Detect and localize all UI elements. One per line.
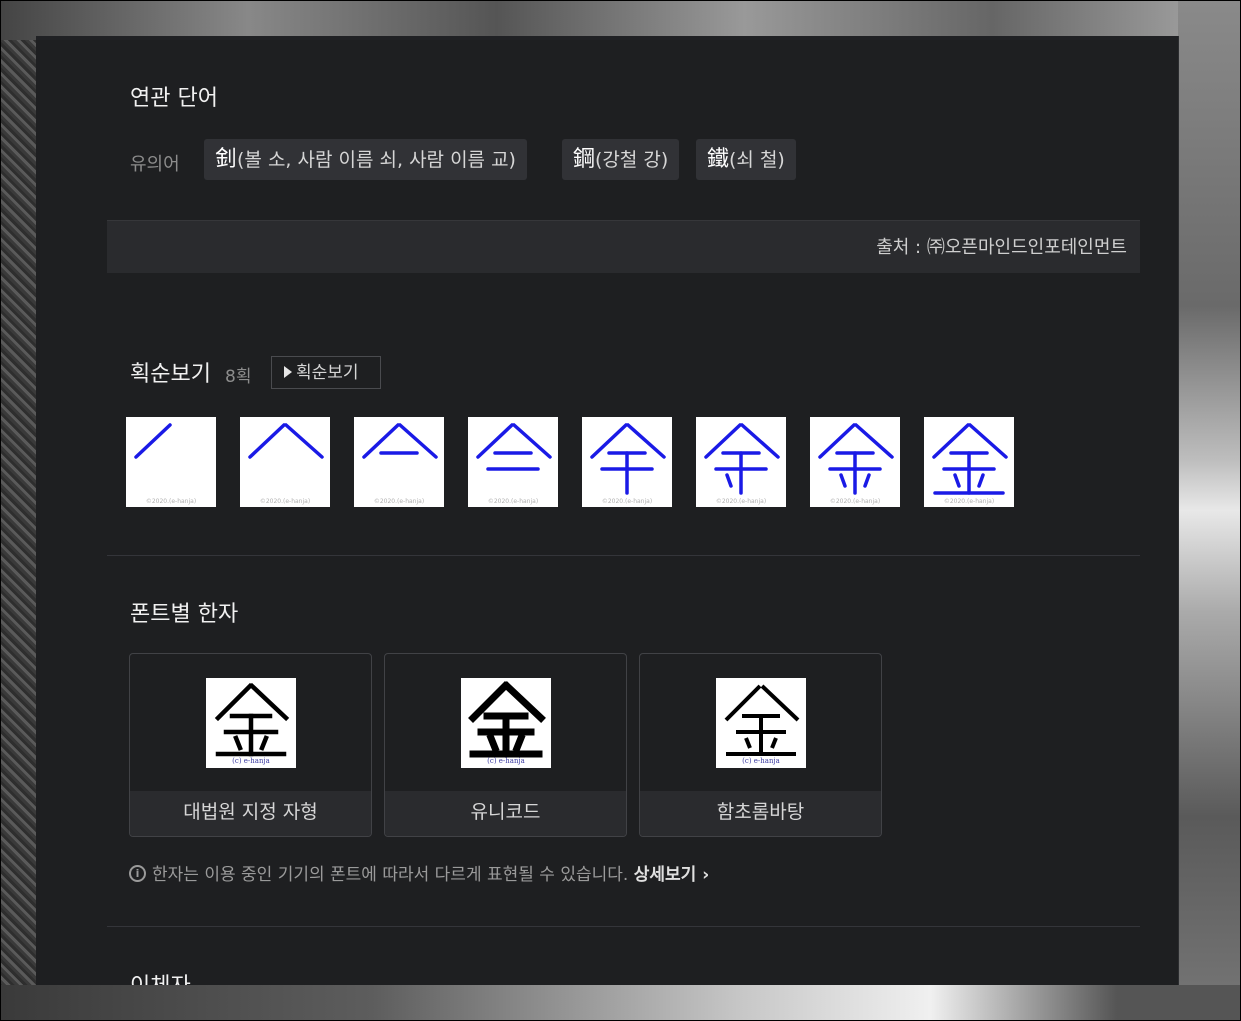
stroke-step-3: ©2020.(e-hanja) [354,417,444,507]
hanja-glyph-court [214,682,290,757]
font-sample-image: (c) e-hanja [206,678,296,768]
synonym-reading: (볼 소, 사람 이름 쇠, 사람 이름 교) [237,149,516,171]
synonym-chip-cheol[interactable]: 鐵(쇠 철) [696,139,796,180]
stroke-glyph [134,423,172,459]
stroke-count: 8획 [225,367,252,387]
variants-title: 이체자 [130,968,191,985]
stroke-step-6: ©2020.(e-hanja) [696,417,786,507]
synonym-reading: (강철 강) [595,149,669,171]
play-icon [284,366,292,378]
font-card-unicode[interactable]: (c) e-hanja 유니코드 [384,653,627,837]
section-divider [107,555,1140,556]
background-top [0,0,1241,40]
font-caption: 대법원 지정 자형 [130,791,371,836]
panel-top-edge [36,36,1178,40]
font-caption: 유니코드 [385,791,626,836]
details-link[interactable]: 상세보기 › [634,865,710,885]
watermark: ©2020.(e-hanja) [487,498,539,505]
related-words-title: 연관 단어 [130,86,218,111]
hanja-glyph-unicode [468,681,546,758]
watermark: ©2020.(e-hanja) [829,498,881,505]
section-divider [107,926,1140,927]
dictionary-panel: 연관 단어 유의어 釗(볼 소, 사람 이름 쇠, 사람 이름 교) 鋼(강철 … [36,36,1179,985]
background-bottom [0,985,1241,1021]
info-icon: i [129,864,146,882]
synonym-label: 유의어 [130,154,180,175]
stroke-step-4: ©2020.(e-hanja) [468,417,558,507]
hanja-glyph-hamchorom [724,684,800,756]
stroke-glyph [818,423,894,495]
stroke-order-title: 획순보기 [130,362,211,387]
font-caption: 함초롬바탕 [640,791,881,836]
stroke-glyph [476,423,552,471]
stroke-step-1: ©2020.(e-hanja) [126,417,216,507]
play-stroke-order-button[interactable]: 획순보기 [271,356,381,389]
synonym-reading: (쇠 철) [729,149,785,171]
stroke-glyph [932,423,1008,495]
synonym-chip-gang[interactable]: 鋼(강철 강) [562,139,680,180]
font-sample-image: (c) e-hanja [716,678,806,768]
font-card-court[interactable]: (c) e-hanja 대법원 지정 자형 [129,653,372,837]
font-info-note: i 한자는 이용 중인 기기의 폰트에 따라서 다르게 표현될 수 있습니다. 상… [129,860,709,885]
stroke-step-2: ©2020.(e-hanja) [240,417,330,507]
watermark: (c) e-hanja [742,757,780,765]
synonym-hanja: 鋼 [573,147,596,172]
source-bar: 출처 : ㈜오픈마인드인포테인먼트 [107,220,1140,273]
stroke-glyph [590,423,666,495]
watermark: ©2020.(e-hanja) [259,498,311,505]
font-card-hamchorom[interactable]: (c) e-hanja 함초롬바탕 [639,653,882,837]
font-sample-image: (c) e-hanja [461,678,551,768]
watermark: ©2020.(e-hanja) [601,498,653,505]
stroke-glyph [248,423,324,459]
source-text: 출처 : ㈜오픈마인드인포테인먼트 [876,237,1127,258]
stroke-step-5: ©2020.(e-hanja) [582,417,672,507]
watermark: (c) e-hanja [232,757,270,765]
info-text: 한자는 이용 중인 기기의 폰트에 따라서 다르게 표현될 수 있습니다. [152,865,629,885]
font-hanja-title: 폰트별 한자 [130,602,239,627]
synonym-hanja: 鐵 [707,147,730,172]
stroke-button-label: 획순보기 [296,363,359,383]
watermark: (c) e-hanja [487,757,525,765]
watermark: ©2020.(e-hanja) [373,498,425,505]
stroke-glyph [704,423,780,495]
watermark: ©2020.(e-hanja) [943,498,995,505]
stroke-step-7: ©2020.(e-hanja) [810,417,900,507]
details-link-label: 상세보기 [633,865,697,885]
stroke-glyph [362,423,438,459]
synonym-hanja: 釗 [215,147,238,172]
watermark: ©2020.(e-hanja) [715,498,767,505]
background-right [1178,0,1241,1021]
stroke-step-8: ©2020.(e-hanja) [924,417,1014,507]
synonym-chip-so[interactable]: 釗(볼 소, 사람 이름 쇠, 사람 이름 교) [204,139,527,180]
watermark: ©2020.(e-hanja) [145,498,197,505]
